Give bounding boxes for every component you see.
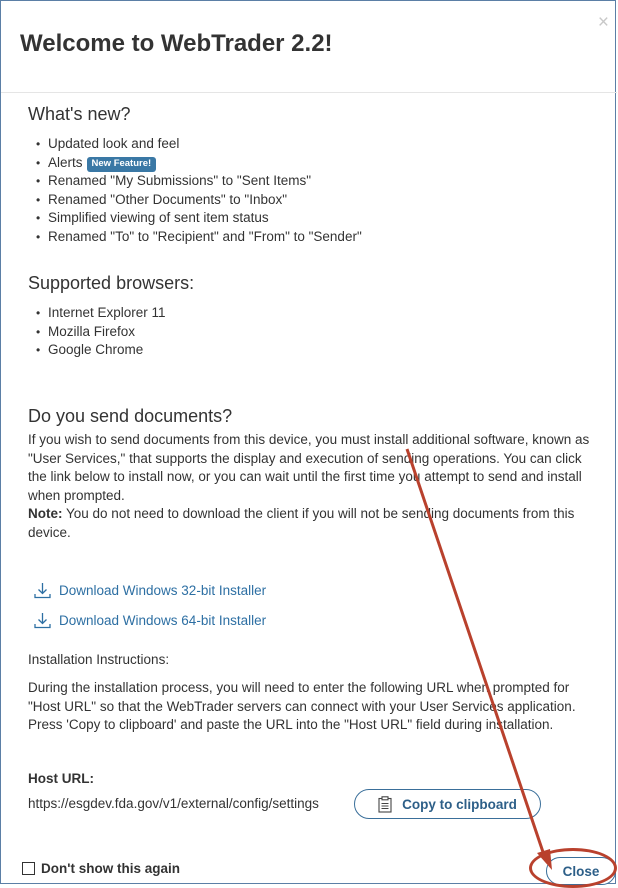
dialog-title: Welcome to WebTrader 2.2! bbox=[20, 30, 333, 57]
download-32bit-label: Download Windows 32-bit Installer bbox=[59, 583, 267, 598]
download-64bit-link[interactable]: Download Windows 64-bit Installer bbox=[34, 612, 266, 629]
list-item: Internet Explorer 11 bbox=[28, 304, 166, 323]
send-docs-paragraph: If you wish to send documents from this … bbox=[28, 431, 603, 543]
host-url-value: https://esgdev.fda.gov/v1/external/confi… bbox=[28, 796, 319, 811]
host-url-label: Host URL: bbox=[28, 771, 94, 786]
copy-to-clipboard-button[interactable]: Copy to clipboard bbox=[354, 789, 541, 819]
send-docs-heading: Do you send documents? bbox=[28, 406, 233, 426]
list-item: Renamed "To" to "Recipient" and "From" t… bbox=[28, 228, 362, 247]
copy-button-label: Copy to clipboard bbox=[402, 796, 517, 812]
list-item: Renamed "Other Documents" to "Inbox" bbox=[28, 191, 362, 210]
list-item: AlertsNew Feature! bbox=[28, 154, 362, 173]
install-heading: Installation Instructions: bbox=[28, 652, 170, 667]
download-64bit-label: Download Windows 64-bit Installer bbox=[59, 613, 267, 628]
close-button[interactable]: Close bbox=[546, 857, 616, 885]
download-icon bbox=[34, 583, 51, 599]
list-item: Renamed "My Submissions" to "Sent Items" bbox=[28, 172, 362, 191]
browsers-list: Internet Explorer 11 Mozilla Firefox Goo… bbox=[28, 304, 166, 360]
welcome-dialog: Welcome to WebTrader 2.2! × What's new? … bbox=[0, 0, 617, 885]
send-docs-text: If you wish to send documents from this … bbox=[28, 432, 590, 503]
close-icon[interactable]: × bbox=[598, 13, 609, 32]
note-text: You do not need to download the client i… bbox=[28, 506, 575, 540]
dialog-header: Welcome to WebTrader 2.2! × bbox=[1, 1, 617, 93]
whats-new-list: Updated look and feel AlertsNew Feature!… bbox=[28, 135, 362, 247]
list-item: Simplified viewing of sent item status bbox=[28, 209, 362, 228]
install-paragraph: During the installation process, you wil… bbox=[28, 680, 576, 733]
clipboard-icon bbox=[378, 795, 392, 813]
list-item: Updated look and feel bbox=[28, 135, 362, 154]
download-icon bbox=[34, 613, 51, 629]
dont-show-again-checkbox[interactable] bbox=[22, 862, 35, 875]
dont-show-again-row[interactable]: Don't show this again bbox=[22, 861, 180, 876]
whats-new-heading: What's new? bbox=[28, 104, 131, 124]
download-32bit-link[interactable]: Download Windows 32-bit Installer bbox=[34, 582, 266, 599]
note-label: Note: bbox=[28, 506, 63, 522]
list-item: Mozilla Firefox bbox=[28, 323, 166, 342]
new-feature-badge: New Feature! bbox=[86, 156, 157, 172]
dont-show-again-label: Don't show this again bbox=[41, 861, 180, 876]
browsers-heading: Supported browsers: bbox=[28, 273, 195, 293]
list-item: Google Chrome bbox=[28, 341, 166, 360]
